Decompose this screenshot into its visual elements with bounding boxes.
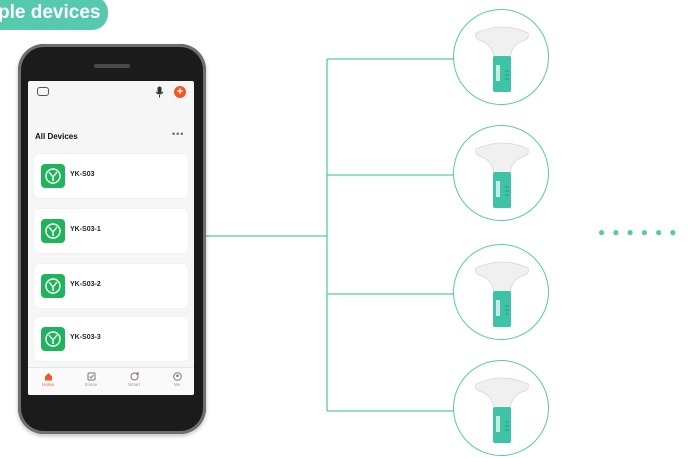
device-card[interactable]: YK-S03-1	[34, 209, 188, 253]
device-name: YK-S03-1	[70, 226, 101, 233]
home-icon	[44, 373, 52, 381]
phone-speaker	[94, 64, 130, 68]
smart-icon	[130, 372, 139, 381]
home-select-icon[interactable]	[37, 87, 49, 96]
sensor-illustration	[475, 377, 529, 443]
device-icon	[41, 327, 65, 351]
more-devices-ellipsis: ●●●●●●	[598, 225, 684, 239]
microphone-icon[interactable]	[155, 86, 164, 98]
sensor-device-4	[453, 360, 549, 456]
device-name: YK-S03-2	[70, 281, 101, 288]
profile-icon	[172, 372, 182, 381]
device-icon	[41, 274, 65, 298]
tab-label: Scene	[84, 382, 98, 387]
sensor-illustration	[475, 142, 529, 208]
sensor-illustration	[475, 261, 529, 327]
app-top-bar: +	[28, 81, 194, 109]
tab-me[interactable]: Me	[162, 370, 192, 394]
sensor-device-3	[453, 244, 549, 340]
section-title: All Devices	[35, 132, 78, 141]
tab-label: Home	[41, 382, 54, 387]
scene-icon	[87, 372, 95, 381]
app-screen: + All Devices ••• YK-S03 YK-S03-1 YK-S03…	[28, 81, 194, 395]
device-name: YK-S03	[70, 171, 95, 178]
tab-label: Smart	[127, 382, 140, 387]
tab-scene[interactable]: Scene	[76, 370, 106, 394]
device-card[interactable]: YK-S03-3	[34, 317, 188, 361]
tab-home[interactable]: Home	[33, 370, 63, 394]
tab-smart[interactable]: Smart	[119, 370, 149, 394]
device-icon	[41, 164, 65, 188]
tab-label: Me	[173, 382, 181, 387]
sensor-device-2	[453, 125, 549, 221]
more-options-icon[interactable]: •••	[172, 129, 184, 139]
device-icon	[41, 219, 65, 243]
device-card[interactable]: YK-S03	[34, 154, 188, 198]
device-card[interactable]: YK-S03-2	[34, 264, 188, 308]
bottom-tab-bar: Home Scene Smart Me	[28, 367, 194, 395]
add-device-icon[interactable]: +	[174, 86, 186, 98]
sensor-illustration	[475, 26, 529, 92]
device-name: YK-S03-3	[70, 334, 101, 341]
sensor-device-1	[453, 9, 549, 105]
